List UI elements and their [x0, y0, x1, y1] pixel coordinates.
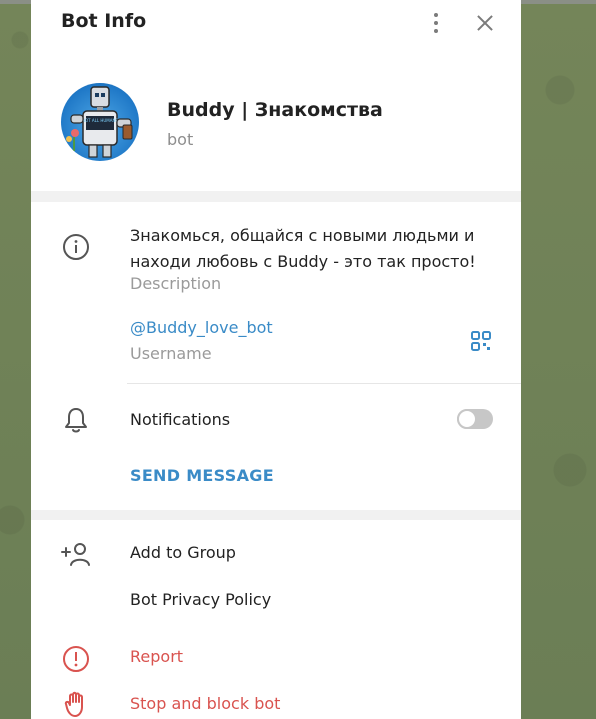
stop-and-block-item[interactable]: Stop and block bot — [130, 694, 280, 713]
avatar[interactable]: NOT ALL HUMANS — [61, 83, 139, 161]
robot-avatar-icon: NOT ALL HUMANS — [66, 86, 133, 158]
add-to-group-item[interactable]: Add to Group — [130, 543, 236, 562]
stop-hand-icon — [64, 691, 83, 717]
username-link[interactable]: @Buddy_love_bot — [130, 318, 273, 337]
section-divider — [127, 383, 521, 384]
toggle-knob — [457, 409, 477, 429]
actions-section — [31, 520, 521, 719]
panel-title: Bot Info — [61, 10, 147, 32]
send-message-button[interactable]: SEND MESSAGE — [130, 466, 274, 485]
close-icon[interactable] — [474, 12, 496, 34]
description-label: Description — [130, 274, 222, 293]
profile-section: Bot Info NOT ALL HUMANS Buddy | Знакомст… — [31, 0, 521, 191]
report-item[interactable]: Report — [130, 647, 183, 666]
notifications-toggle[interactable] — [457, 409, 493, 429]
bot-subtitle: bot — [167, 130, 194, 149]
bot-privacy-policy-item[interactable]: Bot Privacy Policy — [130, 590, 271, 609]
bot-name: Buddy | Знакомства — [167, 99, 383, 121]
more-options-icon[interactable] — [427, 11, 445, 35]
username-label: Username — [130, 344, 212, 363]
bell-icon — [65, 408, 87, 433]
report-icon — [63, 646, 89, 672]
notifications-label: Notifications — [130, 410, 231, 429]
svg-text:NOT ALL HUMANS: NOT ALL HUMANS — [82, 118, 118, 123]
add-user-icon — [61, 543, 90, 566]
qr-code-icon[interactable] — [470, 330, 492, 352]
info-icon — [63, 234, 89, 260]
bot-info-panel: Bot Info NOT ALL HUMANS Buddy | Знакомст… — [31, 0, 521, 719]
bot-description: Знакомься, общайся с новыми людьми и нах… — [130, 226, 476, 271]
